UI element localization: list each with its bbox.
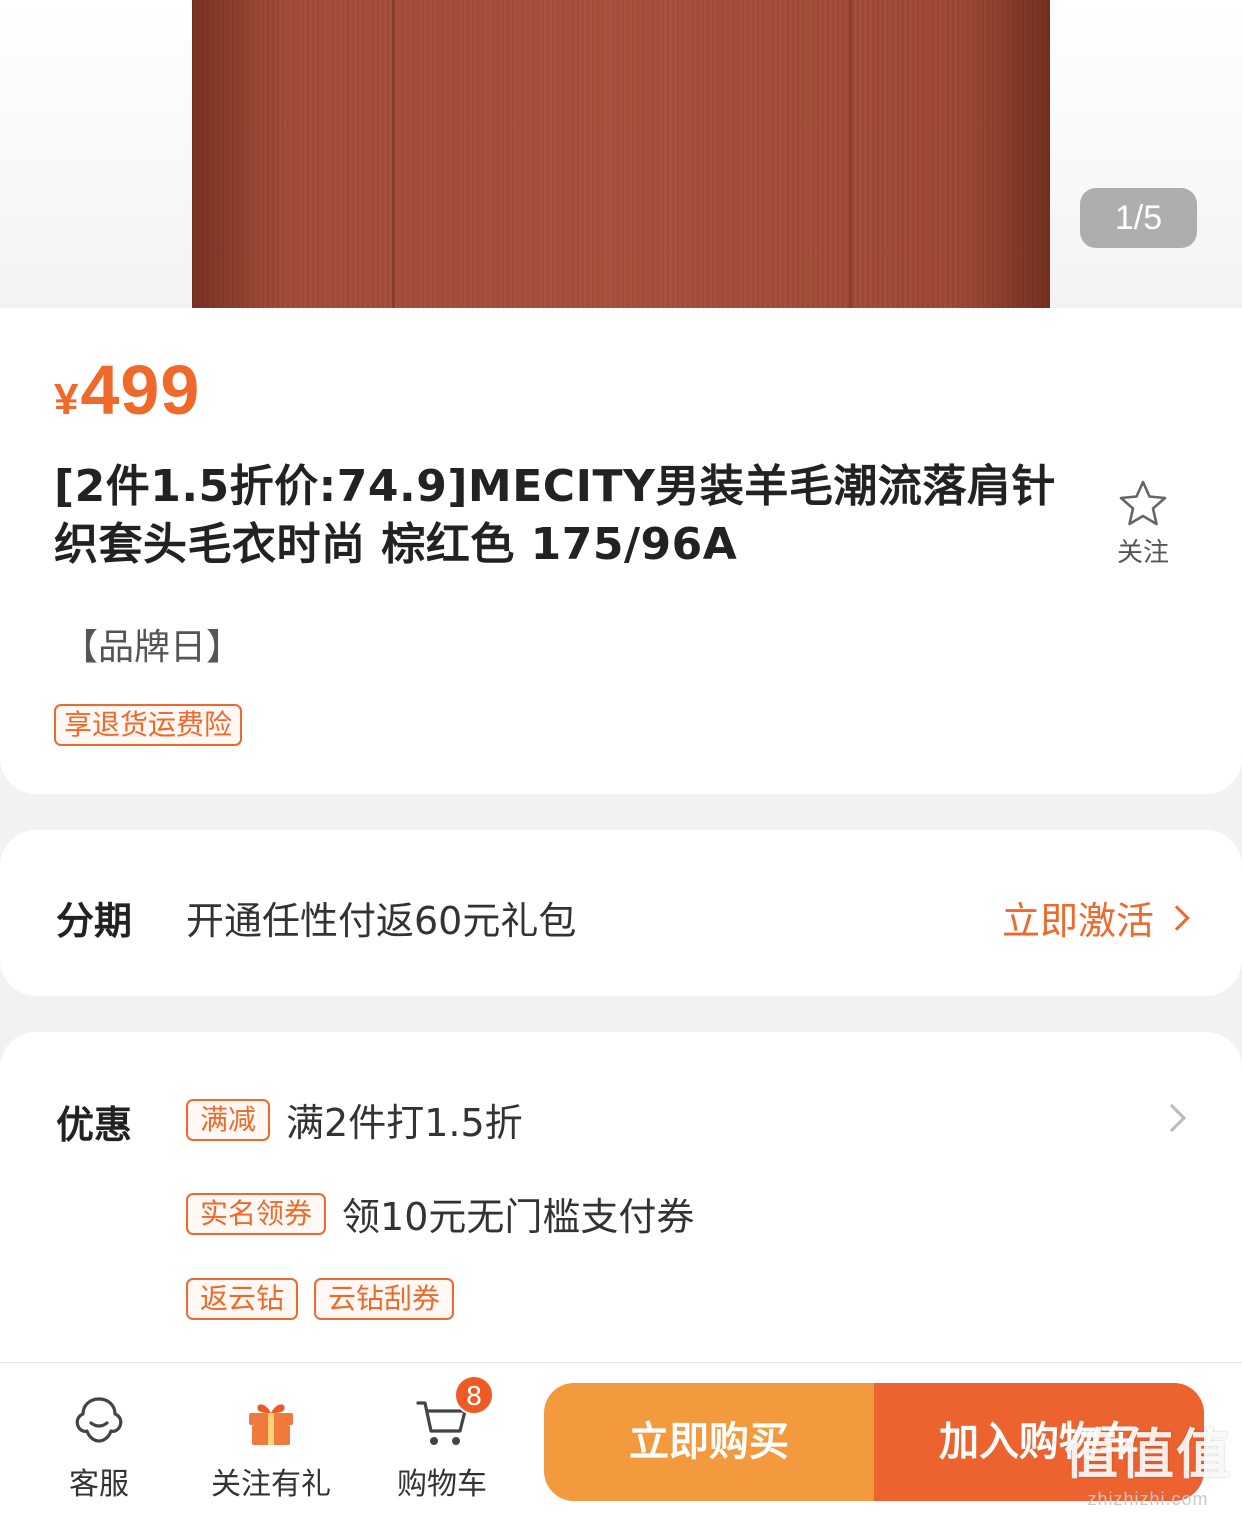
follow-label: 关注 [1116, 538, 1169, 568]
promo-text: 领10元无门槛支付券 [342, 1195, 695, 1239]
promo-tag: 返云钻 [186, 1278, 299, 1320]
site-watermark: 值值值 zhizhizhi.com [1064, 1410, 1232, 1510]
promo-item[interactable]: 满减 满2件打1.5折 [186, 1092, 523, 1147]
customer-service-button[interactable]: 客服 [54, 1391, 144, 1503]
cart-button[interactable]: 8 购物车 [392, 1375, 494, 1503]
installment-row[interactable]: 分期 开通任性付返60元礼包 立即激活 [0, 830, 1242, 996]
buy-now-button[interactable]: 立即购买 [544, 1383, 874, 1501]
gift-icon [249, 1404, 293, 1445]
product-image[interactable] [192, 0, 1050, 308]
chevron-right-icon [1164, 904, 1190, 931]
watermark-logo: 值值值 [1064, 1425, 1232, 1485]
product-title: [2件1.5折价:74.9]MECITY男装羊毛潮流落肩针织套头毛衣时尚 棕红色… [54, 461, 1056, 570]
watermark-domain: zhizhizhi.com [1087, 1489, 1209, 1509]
return-insurance-tag: 享退货运费险 [54, 704, 243, 746]
promotions-label: 优惠 [56, 1103, 133, 1147]
activate-label: 立即激活 [1001, 899, 1154, 943]
installment-text: 开通任性付返60元礼包 [186, 899, 577, 943]
product-price: ¥ 499 [54, 350, 200, 430]
promo-tag: 满减 [186, 1098, 271, 1141]
bottom-action-bar: 客服 关注有礼 8 购物车 立即购买 加入购物车 值值值 zhizhizhi.c… [0, 1362, 1242, 1516]
star-icon [1119, 480, 1167, 526]
brand-day-label: 【品牌日】 [62, 627, 243, 668]
follow-gift-button[interactable]: 关注有礼 [206, 1391, 336, 1503]
installment-label: 分期 [56, 899, 133, 943]
currency-symbol: ¥ [54, 375, 79, 424]
promo-tag: 云钻刮券 [314, 1278, 455, 1320]
service-label: 客服 [69, 1467, 129, 1502]
cart-count-badge: 8 [454, 1375, 494, 1415]
price-amount: 499 [80, 351, 201, 429]
cart-label: 购物车 [397, 1467, 487, 1502]
service-icon [75, 1397, 123, 1443]
promo-extra-tags[interactable]: 返云钻 云钻刮券 [186, 1278, 455, 1320]
activate-link[interactable]: 立即激活 [1001, 890, 1190, 945]
follow-button[interactable]: 关注 [1108, 478, 1178, 569]
product-info-card: ¥ 499 [2件1.5折价:74.9]MECITY男装羊毛潮流落肩针织套头毛衣… [0, 308, 1242, 794]
product-image-carousel[interactable]: 1/5 [0, 0, 1242, 308]
promo-text: 满2件打1.5折 [286, 1101, 523, 1145]
gift-label: 关注有礼 [211, 1467, 331, 1502]
promo-tag: 实名领券 [186, 1192, 327, 1235]
chevron-right-icon[interactable] [1157, 1103, 1187, 1133]
promo-item[interactable]: 实名领券 领10元无门槛支付券 [186, 1186, 694, 1241]
promotions-card[interactable]: 优惠 满减 满2件打1.5折 实名领券 领10元无门槛支付券 返云钻 云钻刮券 [0, 1032, 1242, 1372]
image-pager: 1/5 [1080, 188, 1197, 248]
